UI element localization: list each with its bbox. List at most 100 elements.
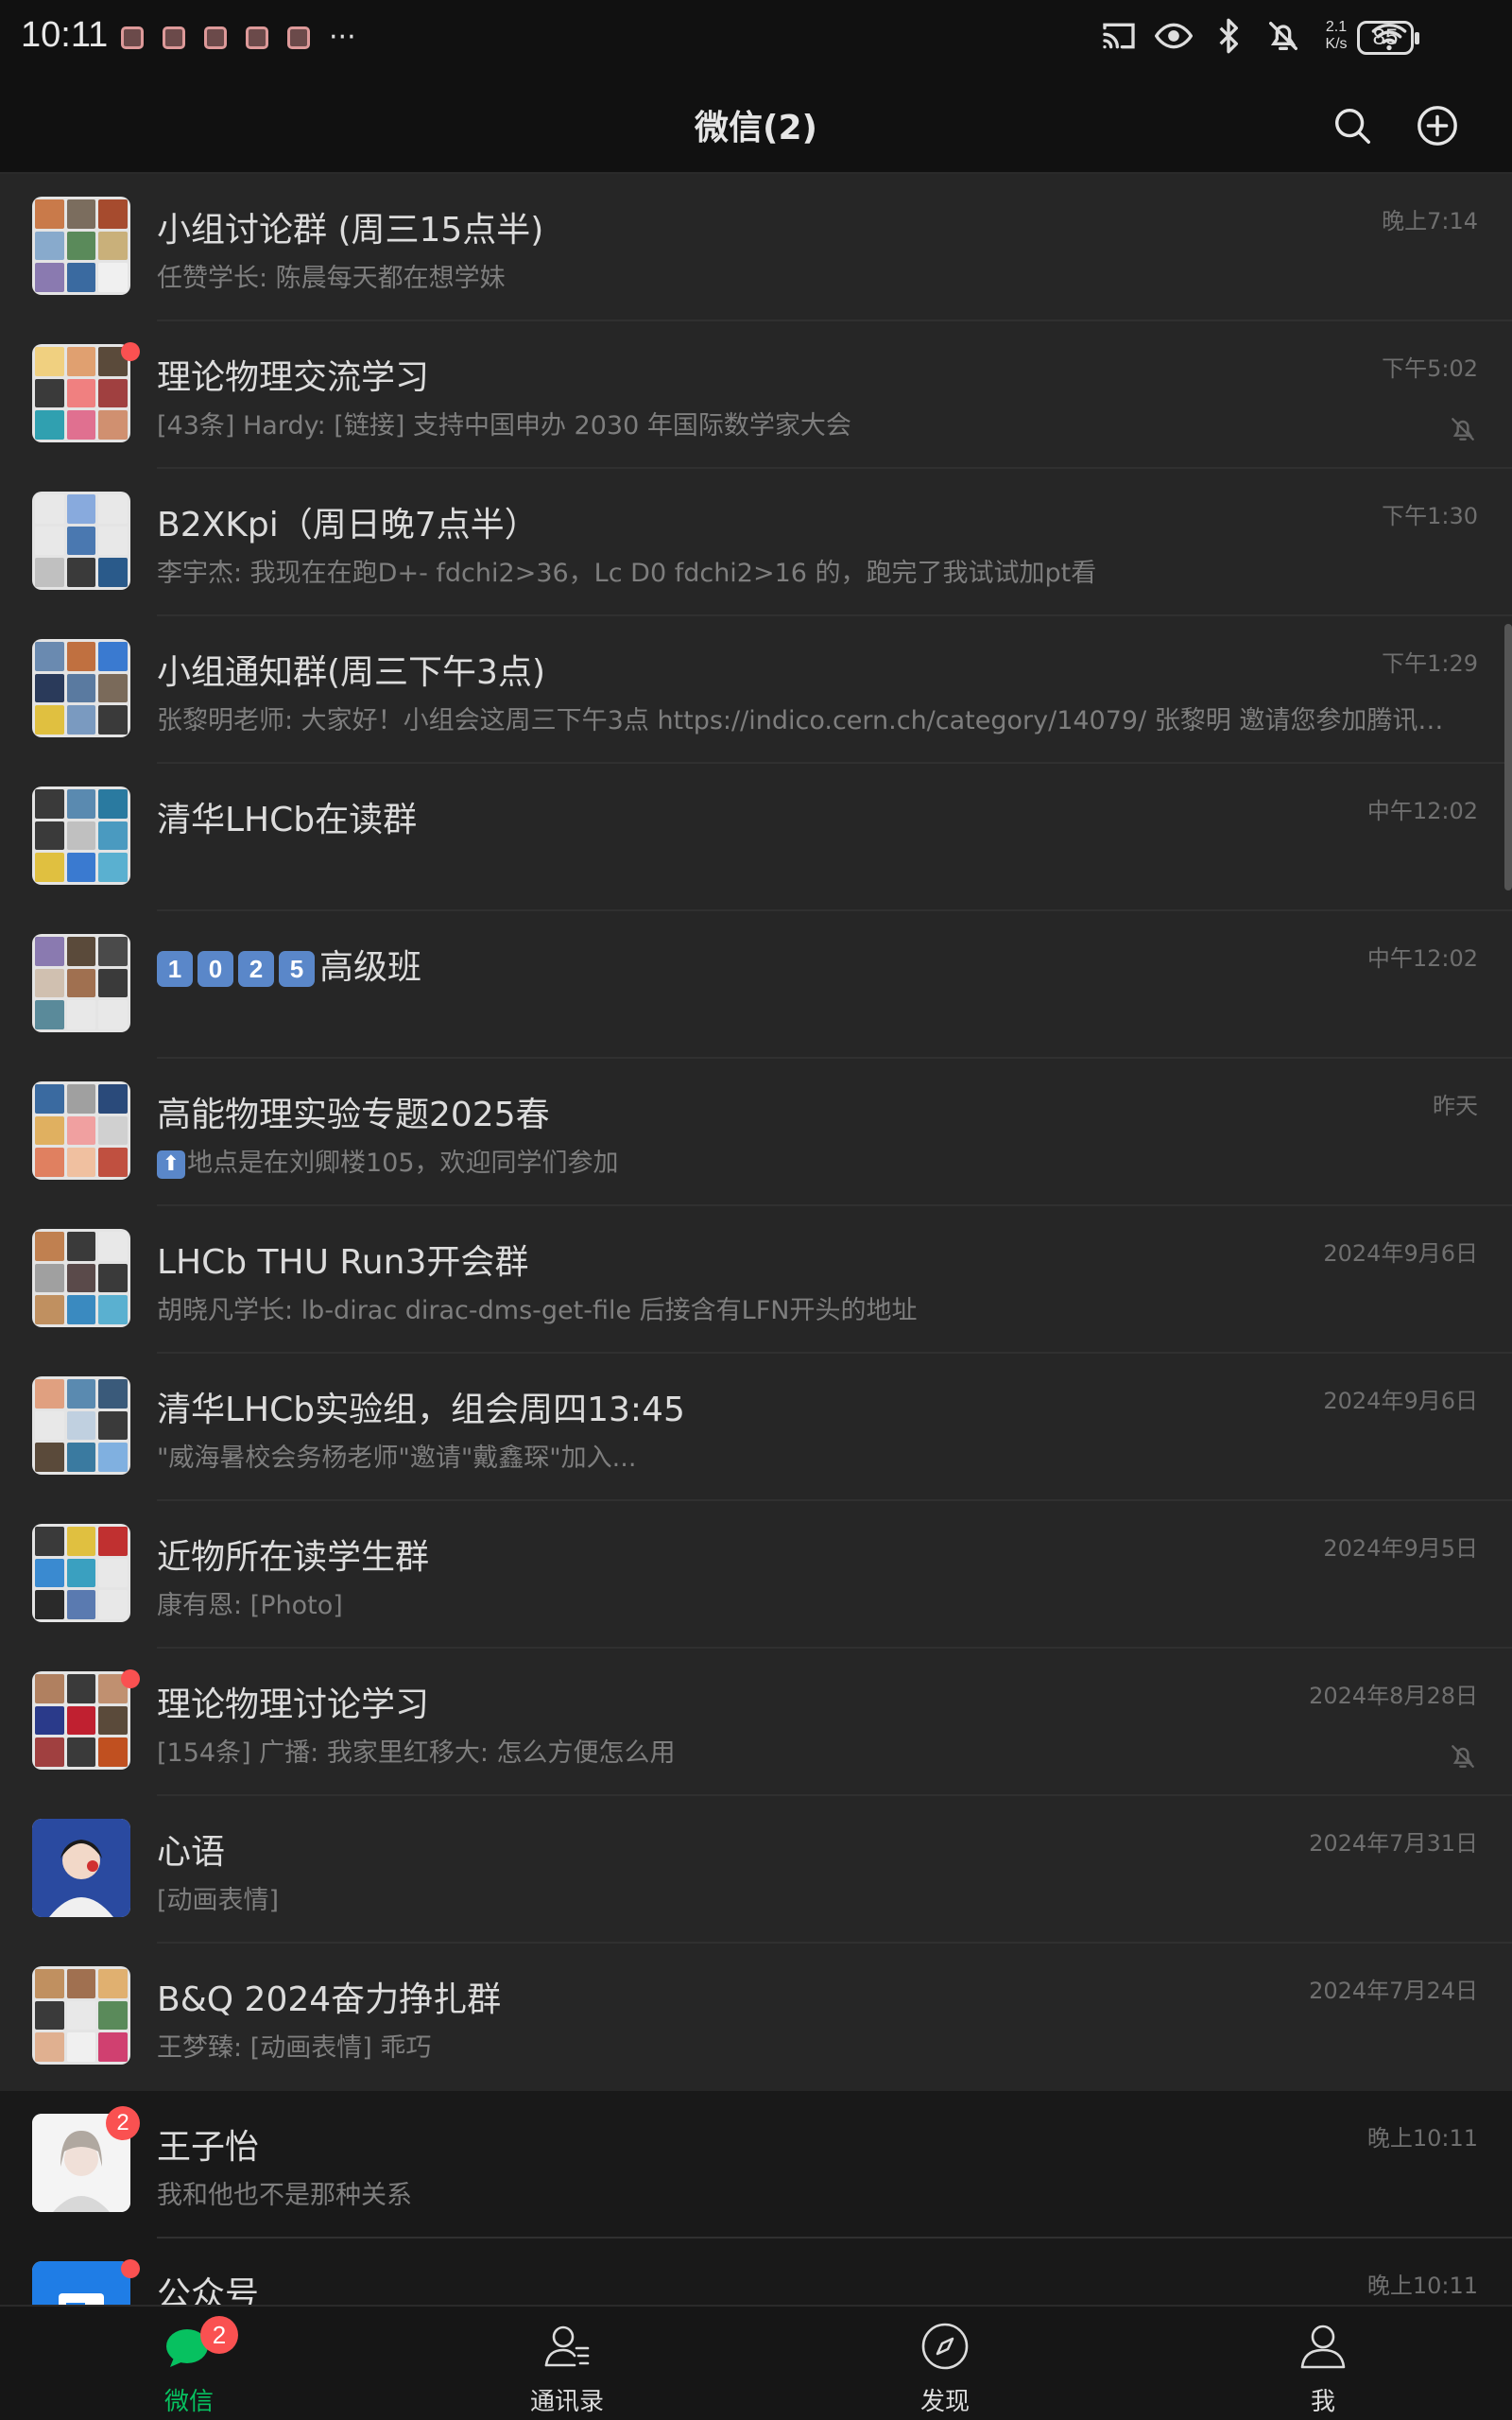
chat-row[interactable]: 理论物理交流学习 [43条] Hardy: [链接] 支持中国申办 2030 年… [0, 321, 1512, 469]
compass-icon [921, 2323, 969, 2370]
chat-row[interactable]: B&Q 2024奋力挣扎群 王梦臻: [动画表情] 乖巧 2024年7月24日 [0, 1944, 1512, 2091]
chat-row[interactable]: B2XKpi（周日晚7点半） 李宇杰: 我现在在跑D+- fdchi2>36，L… [0, 469, 1512, 616]
chat-last-message: 张黎明老师: 大家好！小组会这周三下午3点 https://indico.cer… [157, 706, 1461, 735]
chat-row[interactable]: 清华LHCb在读群 中午12:02 [0, 764, 1512, 911]
member-thumbnail [98, 1084, 128, 1114]
chat-row[interactable]: 高能物理实验专题2025春 ⬆ 地点是在刘卿楼105，欢迎同学们参加 昨天 [0, 1059, 1512, 1206]
chat-row[interactable]: 心语 [动画表情] 2024年7月31日 [0, 1796, 1512, 1944]
chat-time: 下午5:02 [1382, 355, 1478, 382]
member-thumbnail [35, 231, 64, 261]
member-thumbnail [35, 378, 64, 408]
chat-time: 晚上10:11 [1366, 2273, 1478, 2299]
chat-row[interactable]: 理论物理讨论学习 [154条] 广播: 我家里红移大: 怎么方便怎么用 2024… [0, 1649, 1512, 1796]
chat-name: 小组通知群(周三下午3点) [157, 653, 545, 692]
member-thumbnail [35, 1590, 64, 1619]
member-thumbnail [98, 558, 128, 587]
member-thumbnail [35, 1674, 64, 1703]
chat-row[interactable]: 小组讨论群 (周三15点半) 任赞学长: 陈晨每天都在想学妹 晚上7:14 [0, 174, 1512, 321]
member-thumbnail [66, 1379, 96, 1409]
add-circle-icon[interactable] [1416, 104, 1459, 147]
member-thumbnail [66, 1527, 96, 1556]
chat-last-message: 任赞学长: 陈晨每天都在想学妹 [157, 264, 506, 293]
tab-label: 通讯录 [529, 2388, 604, 2416]
chat-row[interactable]: 1 0 2 5 高级班 中午12:02 [0, 911, 1512, 1059]
tab-discover[interactable]: 发现 [756, 2307, 1134, 2420]
chat-last-message: 王梦臻: [动画表情] 乖巧 [157, 2033, 432, 2063]
portrait-icon [32, 1819, 130, 1917]
chat-last-message: ⬆ 地点是在刘卿楼105，欢迎同学们参加 [157, 1142, 1461, 1179]
up-arrow-icon: ⬆ [157, 1150, 185, 1179]
member-thumbnail [35, 347, 64, 376]
status-time: 10:11 [21, 15, 109, 55]
member-thumbnail [66, 853, 96, 882]
unread-dot [121, 1669, 140, 1688]
chat-time: 晚上10:11 [1366, 2125, 1478, 2152]
bottom-tab-bar: 2 微信 通讯录 发现 我 [0, 2305, 1512, 2420]
page-title: 微信(2) [695, 109, 817, 147]
member-thumbnail [66, 231, 96, 261]
search-icon[interactable] [1331, 104, 1374, 147]
chat-list[interactable]: 小组讨论群 (周三15点半) 任赞学长: 陈晨每天都在想学妹 晚上7:14 理论… [0, 174, 1512, 2307]
chat-last-message: 我和他也不是那种关系 [157, 2181, 412, 2210]
tab-contacts[interactable]: 通讯录 [378, 2307, 756, 2420]
chat-row[interactable]: 公众号 晚上10:11 [0, 2238, 1512, 2307]
member-thumbnail [98, 968, 128, 998]
member-thumbnail [35, 789, 64, 819]
chat-time: 晚上7:14 [1382, 208, 1478, 234]
member-thumbnail [66, 1705, 96, 1736]
chat-row[interactable]: 清华LHCb实验组，组会周四13:45 "威海暑校会务杨老师"邀请"戴鑫琛"加入… [0, 1354, 1512, 1501]
member-thumbnail [35, 968, 64, 998]
member-thumbnail [35, 1263, 64, 1293]
chat-row[interactable]: 小组通知群(周三下午3点) 张黎明老师: 大家好！小组会这周三下午3点 http… [0, 616, 1512, 764]
member-thumbnail [66, 1969, 96, 1998]
group-avatar [32, 1081, 130, 1180]
app-notification-icon [246, 26, 268, 49]
chat-row[interactable]: LHCb THU Run3开会群 胡晓凡学长: lb-dirac dirac-d… [0, 1206, 1512, 1354]
member-thumbnail [35, 937, 64, 966]
chat-last-message: 胡晓凡学长: lb-dirac dirac-dms-get-file 后接含有L… [157, 1296, 918, 1325]
chat-row[interactable]: 近物所在读学生群 康有恩: [Photo] 2024年9月5日 [0, 1501, 1512, 1649]
member-thumbnail [35, 2000, 64, 2031]
member-thumbnail [98, 1115, 128, 1146]
member-thumbnail [98, 1969, 128, 1998]
keycap-digit: 2 [238, 951, 274, 987]
member-thumbnail [35, 1737, 64, 1767]
member-thumbnail [35, 526, 64, 556]
tab-label: 微信 [163, 2388, 214, 2416]
member-thumbnail [66, 1115, 96, 1146]
chat-name: 公众号 [157, 2275, 260, 2307]
member-thumbnail [35, 1705, 64, 1736]
chat-time: 下午1:30 [1382, 503, 1478, 529]
member-thumbnail [66, 1232, 96, 1261]
chat-row[interactable]: 2 王子怡 我和他也不是那种关系 晚上10:11 [0, 2091, 1512, 2238]
tab-me[interactable]: 我 [1134, 2307, 1512, 2420]
member-thumbnail [66, 1410, 96, 1441]
scrollbar-thumb[interactable] [1504, 624, 1512, 890]
member-thumbnail [98, 1443, 128, 1472]
chat-time: 2024年9月5日 [1323, 1535, 1478, 1562]
tab-chats[interactable]: 2 微信 [0, 2307, 378, 2420]
member-thumbnail [66, 1443, 96, 1472]
chat-name: 小组讨论群 (周三15点半) [157, 211, 544, 250]
member-thumbnail [98, 1705, 128, 1736]
member-thumbnail [98, 2032, 128, 2062]
member-thumbnail [66, 642, 96, 671]
chat-name: 近物所在读学生群 [157, 1538, 430, 1577]
member-thumbnail [98, 1263, 128, 1293]
battery-indicator: 85 [1357, 21, 1419, 55]
official-accounts-icon [32, 2261, 130, 2307]
network-speed: 2.1 K/s [1319, 19, 1353, 53]
unread-dot [121, 342, 140, 361]
chat-time: 昨天 [1433, 1093, 1478, 1119]
member-thumbnail [98, 263, 128, 292]
chat-last-message: 康有恩: [Photo] [157, 1591, 343, 1620]
app-notification-icon [287, 26, 310, 49]
group-avatar [32, 786, 130, 885]
member-thumbnail [66, 1084, 96, 1114]
group-avatar [32, 1376, 130, 1475]
member-thumbnail [66, 1263, 96, 1293]
member-thumbnail [35, 1148, 64, 1177]
app-notification-icon [121, 26, 144, 49]
chat-name: B&Q 2024奋力挣扎群 [157, 1980, 502, 2019]
chat-name: 理论物理讨论学习 [157, 1685, 430, 1724]
